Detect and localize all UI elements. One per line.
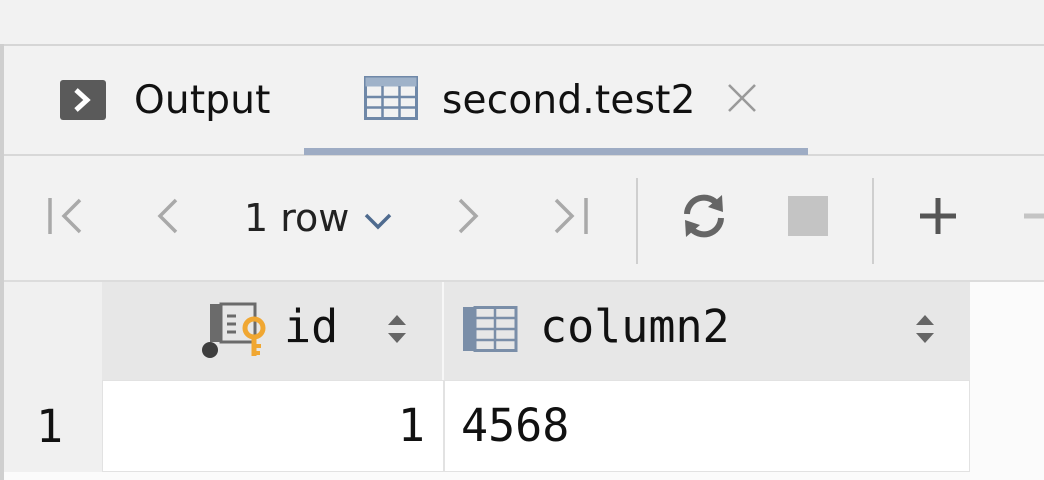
previous-page-icon bbox=[154, 194, 182, 242]
row-number: 1 bbox=[36, 400, 64, 453]
refresh-button[interactable] bbox=[678, 156, 730, 280]
column-header-id[interactable]: id bbox=[102, 282, 444, 380]
stop-icon bbox=[788, 196, 828, 240]
tab-output-label: Output bbox=[134, 77, 271, 123]
toolbar-separator bbox=[636, 178, 638, 264]
column-icon bbox=[462, 306, 518, 356]
toolbar-separator bbox=[872, 178, 874, 264]
table-cell-id[interactable]: 1 bbox=[102, 380, 444, 472]
tab-bar: Output second.test2 bbox=[4, 46, 1044, 156]
add-row-button[interactable] bbox=[918, 156, 958, 280]
active-tab-indicator bbox=[304, 148, 808, 155]
row-count-dropdown[interactable]: 1 row bbox=[244, 156, 393, 280]
tab-second-test2[interactable]: second.test2 bbox=[308, 46, 808, 154]
sort-icon[interactable] bbox=[386, 312, 408, 350]
column-header-column2-label: column2 bbox=[540, 300, 730, 353]
add-row-icon bbox=[918, 196, 958, 240]
next-page-icon bbox=[454, 194, 482, 242]
grid-empty-area bbox=[970, 282, 1044, 480]
close-icon[interactable] bbox=[726, 82, 758, 118]
sort-icon[interactable] bbox=[914, 312, 936, 350]
primary-key-column-icon bbox=[200, 302, 272, 364]
cell-value-column2: 4568 bbox=[461, 399, 570, 452]
delete-row-button[interactable] bbox=[1022, 156, 1044, 280]
last-page-icon bbox=[550, 194, 592, 242]
first-page-icon bbox=[46, 194, 88, 242]
tab-second-test2-label: second.test2 bbox=[442, 77, 696, 123]
table-cell-column2[interactable]: 4568 bbox=[444, 380, 970, 472]
last-page-button[interactable] bbox=[550, 156, 592, 280]
stop-button[interactable] bbox=[788, 156, 828, 280]
refresh-icon bbox=[678, 190, 730, 246]
cell-value-id: 1 bbox=[397, 399, 425, 452]
row-number-cell[interactable]: 1 bbox=[4, 380, 102, 472]
console-icon bbox=[60, 80, 106, 120]
tab-output[interactable]: Output bbox=[60, 46, 271, 154]
results-toolbar: 1 row bbox=[4, 156, 1044, 282]
row-count-label: 1 row bbox=[244, 196, 350, 240]
chevron-down-icon bbox=[363, 211, 393, 235]
column-header-id-label: id bbox=[284, 300, 339, 353]
column-header-column2[interactable]: column2 bbox=[444, 282, 972, 380]
results-grid: id column2 1 1 4568 bbox=[4, 282, 1044, 480]
delete-row-icon bbox=[1022, 196, 1044, 240]
previous-page-button[interactable] bbox=[154, 156, 182, 280]
first-page-button[interactable] bbox=[46, 156, 88, 280]
next-page-button[interactable] bbox=[454, 156, 482, 280]
table-icon bbox=[364, 76, 418, 124]
window-top-strip bbox=[0, 0, 1044, 46]
grid-corner bbox=[4, 282, 102, 380]
